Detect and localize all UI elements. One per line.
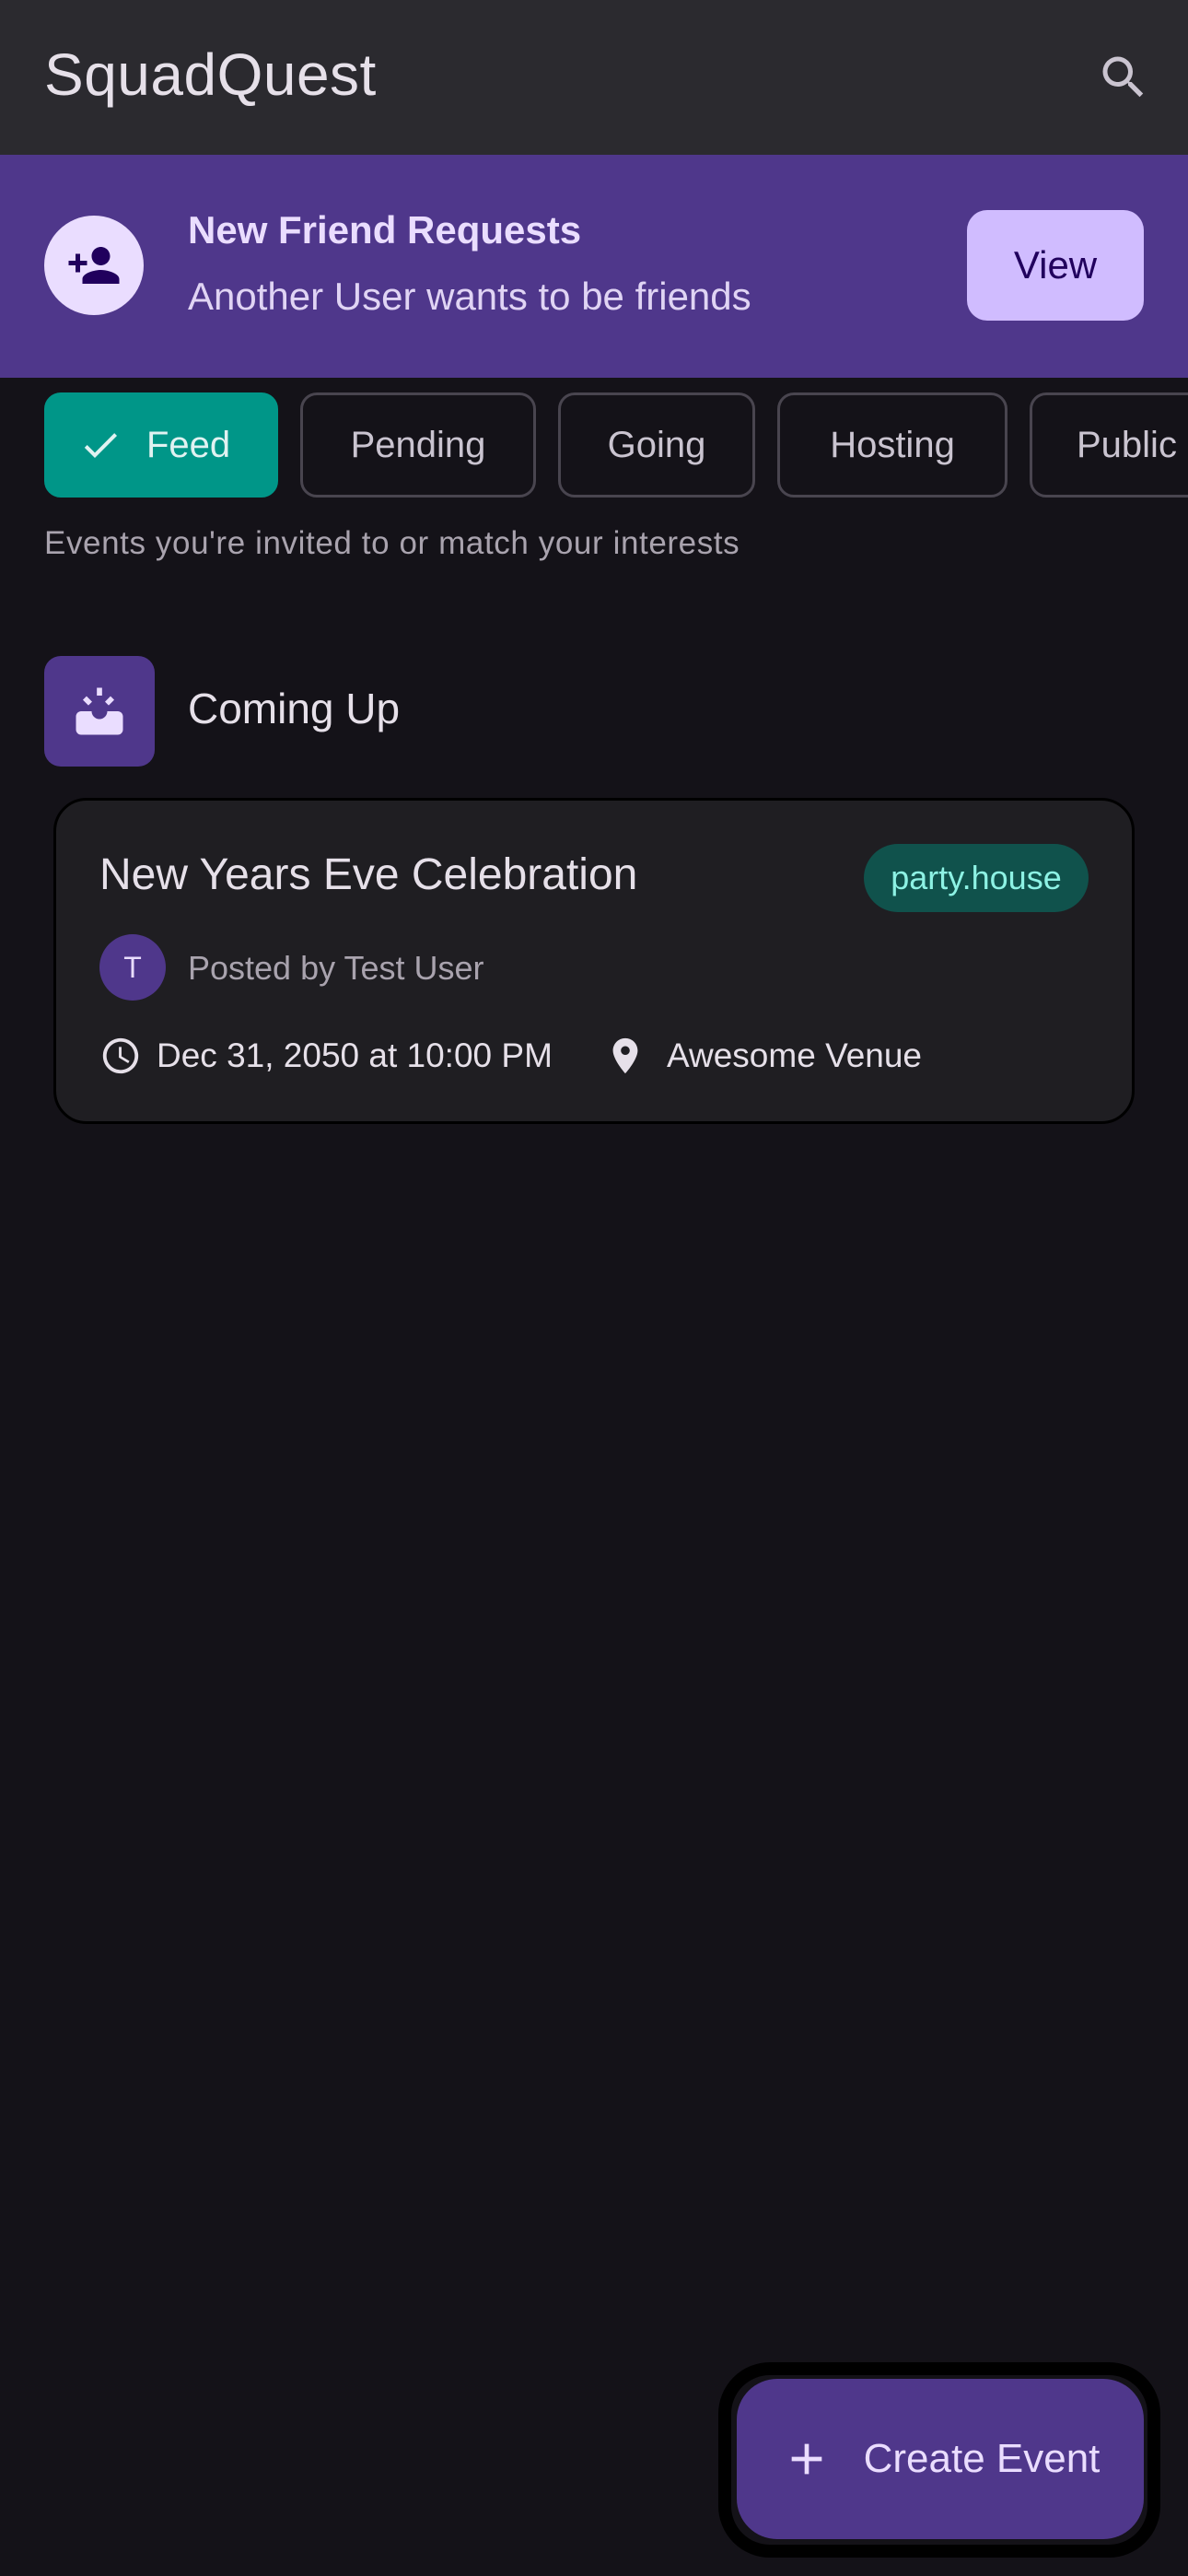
create-event-label: Create Event xyxy=(863,2436,1101,2481)
event-venue: Awesome Venue xyxy=(604,1028,922,1083)
banner-subtitle: Another User wants to be friends xyxy=(188,275,751,318)
event-title: New Years Eve Celebration xyxy=(99,850,638,899)
event-venue-text: Awesome Venue xyxy=(667,1036,923,1074)
event-poster: Posted by Test User xyxy=(188,949,484,987)
chip-going[interactable]: Going xyxy=(558,392,755,498)
plus-icon xyxy=(791,2443,821,2475)
search-button[interactable] xyxy=(1087,41,1160,114)
chip-hosting[interactable]: Hosting xyxy=(777,392,1007,498)
search-icon xyxy=(1102,56,1144,98)
banner-title: New Friend Requests xyxy=(188,208,582,252)
view-friend-requests-button[interactable]: View xyxy=(967,210,1144,321)
chip-label: Public xyxy=(1077,424,1177,465)
chip-label: Hosting xyxy=(830,424,955,465)
section-title: Coming Up xyxy=(188,685,401,732)
check-icon xyxy=(78,423,122,467)
chip-pending[interactable]: Pending xyxy=(300,392,536,498)
filter-hint: Events you're invited to or match your i… xyxy=(44,525,740,561)
poster-avatar: T xyxy=(99,934,166,1001)
location-pin-icon xyxy=(612,1037,638,1074)
chip-label: Feed xyxy=(146,424,231,465)
app-bar: SquadQuest xyxy=(0,0,1188,155)
chip-feed[interactable]: Feed xyxy=(44,392,278,498)
upcoming-icon xyxy=(76,687,123,735)
event-datetime: Dec 31, 2050 at 10:00 PM xyxy=(99,1028,553,1083)
chip-public[interactable]: Public xyxy=(1030,392,1188,498)
filter-chips: Feed Pending Going Hosting Public xyxy=(0,392,1188,498)
clock-icon xyxy=(102,1037,139,1074)
chip-label: Pending xyxy=(350,424,486,465)
person-add-icon xyxy=(68,247,120,284)
friend-request-avatar xyxy=(44,216,144,315)
chip-label: Going xyxy=(607,424,706,465)
event-datetime-text: Dec 31, 2050 at 10:00 PM xyxy=(157,1036,553,1074)
upcoming-section-icon xyxy=(44,656,155,767)
app-title: SquadQuest xyxy=(44,41,377,108)
create-event-button[interactable]: Create Event xyxy=(737,2379,1144,2539)
event-topic-tag[interactable]: party.house xyxy=(864,844,1089,912)
